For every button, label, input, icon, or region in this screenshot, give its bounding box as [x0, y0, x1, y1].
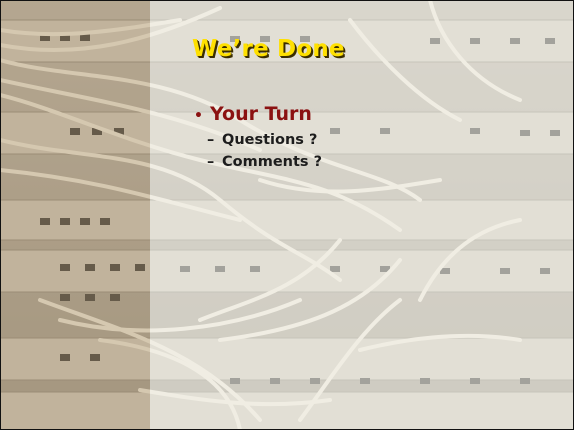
dash-marker: – — [207, 154, 215, 170]
sub-bullet-item: – Questions ? — [207, 129, 322, 151]
sub-bullet-item: – Comments ? — [207, 151, 322, 173]
sub-bullet-text: Questions ? — [222, 132, 318, 148]
bullet-text: Your Turn — [210, 103, 312, 125]
bullet-list: • Your Turn – Questions ? – Comments ? — [194, 103, 322, 173]
light-overlay — [150, 0, 574, 430]
bullet-line: • Your Turn — [194, 103, 322, 125]
bullet-marker: • — [194, 108, 203, 124]
dash-marker: – — [207, 132, 215, 148]
slide-title: We’re Done — [192, 36, 345, 62]
sub-bullet-list: – Questions ? – Comments ? — [207, 129, 322, 173]
slide: We’re Done • Your Turn – Questions ? – Com… — [0, 0, 574, 430]
bullet-item: • Your Turn – Questions ? – Comments ? — [194, 103, 322, 173]
sub-bullet-text: Comments ? — [222, 154, 322, 170]
left-band — [0, 0, 150, 430]
